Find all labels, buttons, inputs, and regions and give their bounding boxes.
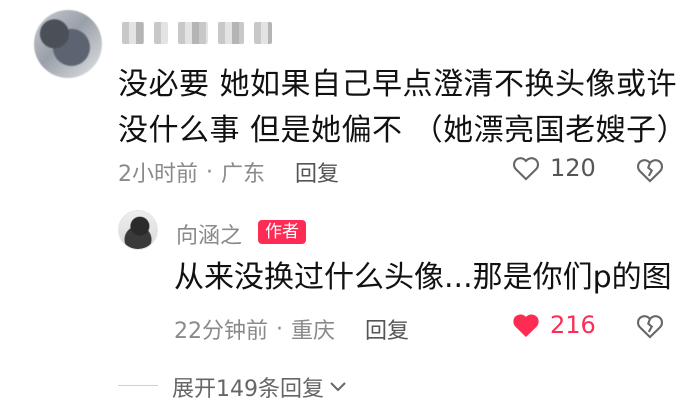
comment-time: 2小时前 — [118, 162, 198, 187]
comment-text: 没必要 她如果自己早点澄清不换头像或许没什么事 但是她偏不 （她漂亮国老嫂子） — [118, 67, 688, 148]
reply-text: 从来没换过什么头像...那是你们p的图 — [174, 260, 672, 295]
reply-time: 22分钟前 — [174, 319, 268, 344]
comment-location: 广东 — [221, 162, 266, 187]
comment-like-count: 120 — [550, 154, 596, 182]
reply-like-button[interactable]: 216 — [512, 311, 596, 339]
mosaic-block — [178, 22, 208, 44]
mosaic-block — [254, 22, 272, 44]
reply-meta: 22分钟前 · 重庆 回复 — [174, 313, 409, 345]
commenter-username-obscured[interactable] — [122, 22, 272, 44]
broken-heart-icon[interactable] — [636, 157, 664, 183]
comment-meta: 2小时前 · 广东 回复 — [118, 156, 339, 188]
expand-replies-button[interactable]: 展开149条回复 — [172, 371, 348, 403]
heart-filled-icon — [512, 312, 540, 338]
heart-outline-icon — [512, 155, 540, 181]
comment-like-button[interactable]: 120 — [512, 154, 596, 182]
reply-location: 重庆 — [291, 319, 336, 344]
comment-reply-button[interactable]: 回复 — [295, 156, 339, 188]
mosaic-block — [154, 22, 168, 44]
author-badge: 作者 — [258, 220, 306, 244]
mosaic-block — [122, 22, 144, 44]
expand-divider-line — [118, 385, 158, 386]
chevron-down-icon — [328, 375, 348, 400]
reply-reply-button[interactable]: 回复 — [365, 313, 409, 345]
reply-username[interactable]: 向涵之 — [176, 218, 242, 250]
reply-like-count: 216 — [550, 311, 596, 339]
separator-dot: · — [206, 159, 213, 185]
mosaic-block — [218, 22, 244, 44]
separator-dot: · — [276, 316, 283, 342]
broken-heart-icon[interactable] — [636, 313, 664, 339]
reply-avatar[interactable] — [118, 210, 158, 250]
commenter-avatar[interactable] — [34, 10, 102, 78]
expand-replies-label: 展开149条回复 — [172, 377, 324, 402]
